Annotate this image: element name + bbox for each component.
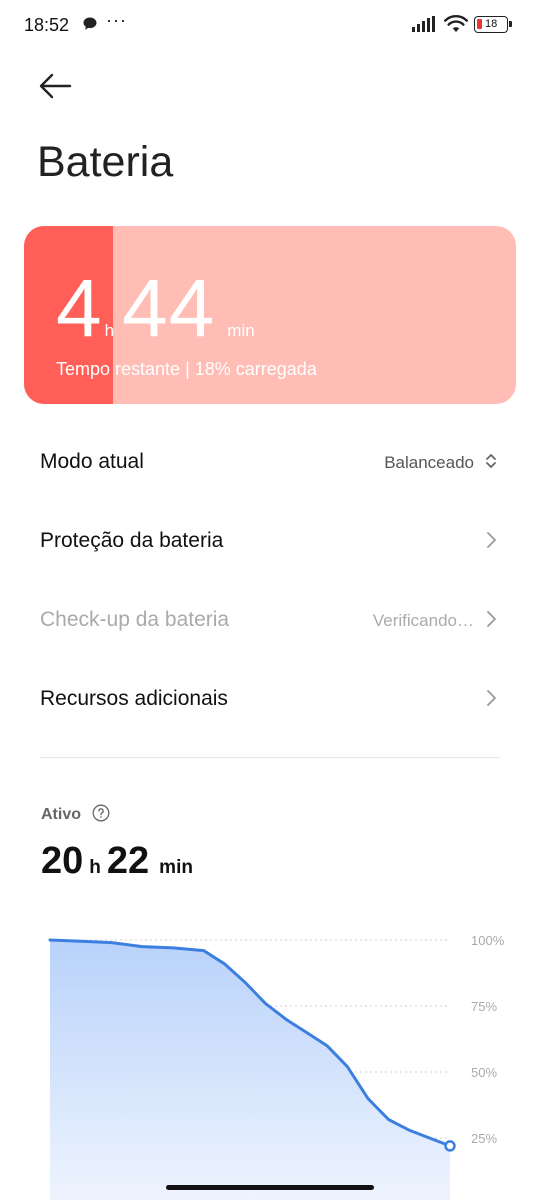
active-label: Ativo xyxy=(41,806,81,823)
active-hours: 20 xyxy=(41,840,84,882)
menu-item-battery-checkup[interactable]: Check-up da bateria Verificando… xyxy=(0,580,540,659)
y-tick-label: 25% xyxy=(471,1131,497,1146)
minutes-unit: min xyxy=(227,321,255,340)
menu-item-label: Recursos adicionais xyxy=(40,687,228,710)
status-bar: 18:52 ··· 18 xyxy=(0,0,540,52)
battery-icon: 18 xyxy=(474,16,512,33)
menu-item-value: Balanceado xyxy=(384,453,474,472)
menu-item-value: Verificando… xyxy=(372,611,474,630)
menu-item-label: Check-up da bateria xyxy=(40,608,230,631)
section-divider xyxy=(40,757,500,758)
remaining-minutes: 44 xyxy=(122,263,216,354)
menu-item-additional-features[interactable]: Recursos adicionais xyxy=(0,659,540,738)
updown-chevron-icon xyxy=(486,454,496,468)
active-minutes: 22 xyxy=(106,840,150,882)
chevron-right-icon xyxy=(487,611,496,627)
chat-bubble-icon xyxy=(83,17,97,30)
settings-list: Modo atual Balanceado Proteção da bateri… xyxy=(0,422,540,738)
menu-item-label: Proteção da bateria xyxy=(40,529,224,552)
active-hours-unit: h xyxy=(89,857,101,878)
current-level-point xyxy=(444,1140,456,1152)
gesture-nav-bar[interactable] xyxy=(166,1185,374,1190)
page-title: Bateria xyxy=(37,138,174,186)
y-tick-label: 100% xyxy=(471,933,505,948)
help-icon[interactable] xyxy=(92,804,110,822)
menu-item-label: Modo atual xyxy=(40,450,144,473)
wifi-icon xyxy=(444,15,468,32)
signal-icon xyxy=(412,16,435,32)
y-tick-label: 50% xyxy=(471,1065,497,1080)
hours-unit: h xyxy=(104,321,115,340)
back-button[interactable] xyxy=(32,64,80,108)
arrow-left-icon xyxy=(39,73,72,99)
remaining-time: 4 h 44 min xyxy=(56,268,263,350)
chevron-right-icon xyxy=(487,690,496,706)
battery-area xyxy=(50,940,450,1200)
battery-percent: 18 xyxy=(485,18,498,30)
menu-item-battery-protection[interactable]: Proteção da bateria xyxy=(0,501,540,580)
active-minutes-unit: min xyxy=(159,857,193,878)
active-time: 20 h 22 min xyxy=(41,840,199,883)
menu-item-current-mode[interactable]: Modo atual Balanceado xyxy=(0,422,540,501)
remaining-hours: 4 xyxy=(56,263,103,354)
battery-status-card: 4 h 44 min Tempo restante | 18% carregad… xyxy=(24,226,516,404)
more-notifications-icon: ··· xyxy=(106,10,127,30)
remaining-subtitle: Tempo restante | 18% carregada xyxy=(56,359,317,379)
chevron-right-icon xyxy=(487,532,496,548)
y-tick-label: 75% xyxy=(471,999,497,1014)
battery-level-chart: 100%75%50%25%0% xyxy=(48,933,505,1200)
status-time: 18:52 xyxy=(24,15,70,35)
